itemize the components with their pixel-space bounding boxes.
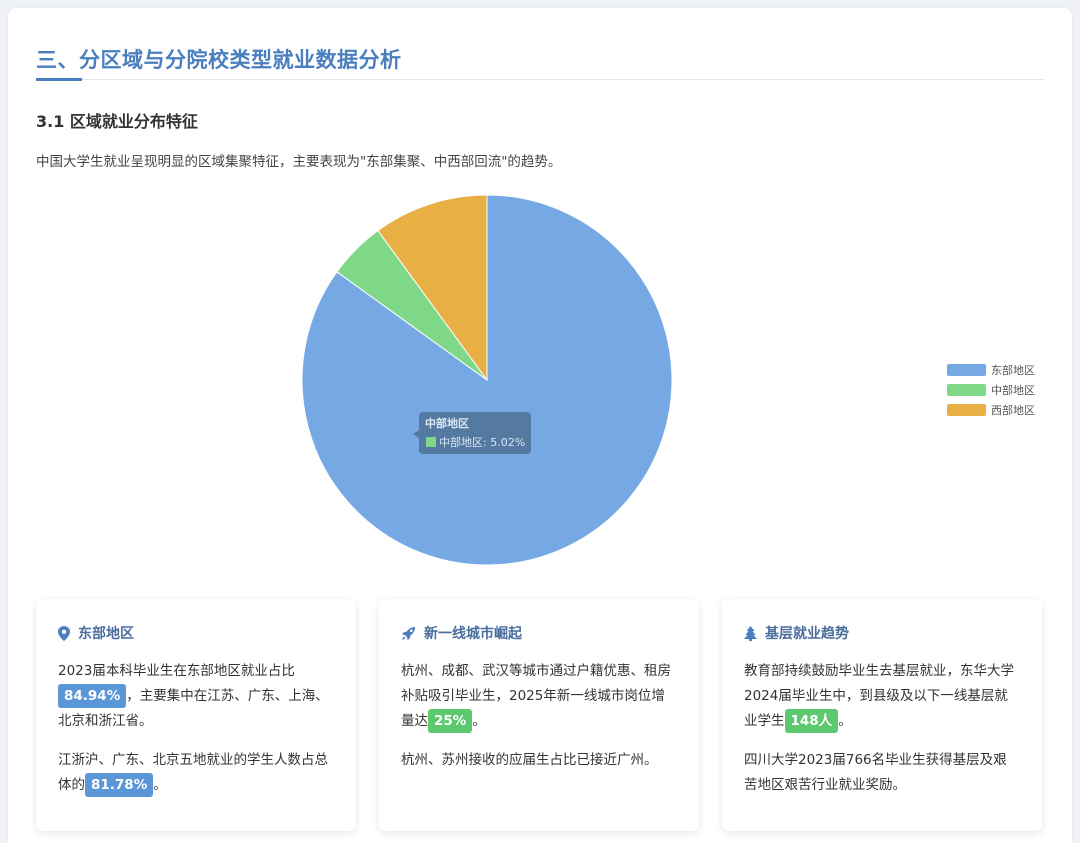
highlight-badge: 148人 xyxy=(784,709,839,733)
card-header: 东部地区 xyxy=(58,623,334,643)
section-title: 三、分区域与分院校类型就业数据分析 xyxy=(36,48,402,72)
rocket-icon xyxy=(401,626,416,640)
tree-icon xyxy=(744,625,757,641)
content-panel: 三、分区域与分院校类型就业数据分析 3.1 区域就业分布特征 中国大学生就业呈现… xyxy=(8,8,1072,843)
card-title: 新一线城市崛起 xyxy=(424,626,522,642)
highlight-badge: 25% xyxy=(428,709,473,733)
tooltip-text: 中部地区: 5.02% xyxy=(439,435,525,449)
card-paragraph: 教育部持续鼓励毕业生去基层就业，东华大学2024届毕业生中，到县级及以下一线基层… xyxy=(744,659,1020,734)
legend-swatch-2[interactable] xyxy=(947,404,986,416)
text-span: 。 xyxy=(838,713,852,729)
card-title: 基层就业趋势 xyxy=(765,626,849,642)
card-header: 新一线城市崛起 xyxy=(401,623,677,643)
legend-label-1[interactable]: 中部地区 xyxy=(991,383,1035,397)
card-east-region: 东部地区 2023届本科毕业生在东部地区就业占比84.94% ，主要集中在江苏、广… xyxy=(36,599,356,831)
card-paragraph: 四川大学2023届766名毕业生获得基层及艰苦地区艰苦行业就业奖励。 xyxy=(744,752,1007,793)
legend-swatch-1[interactable] xyxy=(947,384,986,396)
region-pie-chart[interactable]: 中部地区中部地区: 5.02%东部地区中部地区西部地区 xyxy=(8,188,1072,588)
card-paragraph: 杭州、苏州接收的应届生占比已接近广州。 xyxy=(401,752,658,768)
card-header: 基层就业趋势 xyxy=(744,623,1020,643)
card-grassroots-trend: 基层就业趋势 教育部持续鼓励毕业生去基层就业，东华大学2024届毕业生中，到县级… xyxy=(722,599,1042,831)
subsection-title: 3.1 区域就业分布特征 xyxy=(36,112,198,131)
text-span: 。 xyxy=(472,713,486,729)
intro-text: 中国大学生就业呈现明显的区域集聚特征，主要表现为"东部集聚、中西部回流"的趋势。 xyxy=(36,154,562,170)
legend-label-2[interactable]: 西部地区 xyxy=(991,403,1035,417)
card-title: 东部地区 xyxy=(78,626,134,642)
tooltip-swatch xyxy=(426,437,436,447)
highlight-badge: 81.78% xyxy=(85,773,154,797)
legend-swatch-0[interactable] xyxy=(947,364,986,376)
map-pin-icon xyxy=(58,625,70,641)
card-paragraph: 江浙沪、广东、北京五地就业的学生人数占总体的 81.78%。 xyxy=(58,748,334,798)
card-paragraph: 2023届本科毕业生在东部地区就业占比84.94% ，主要集中在江苏、广东、上海、… xyxy=(58,659,334,734)
title-accent-bar xyxy=(36,78,82,81)
title-divider xyxy=(36,79,1044,80)
info-cards: 东部地区 2023届本科毕业生在东部地区就业占比84.94% ，主要集中在江苏、广… xyxy=(36,599,1044,831)
highlight-badge: 84.94% xyxy=(58,684,127,708)
card-new-tier-cities: 新一线城市崛起 杭州、成都、武汉等城市通过户籍优惠、租房补贴吸引毕业生，2025… xyxy=(379,599,699,831)
chart-tooltip: 中部地区中部地区: 5.02% xyxy=(413,412,531,454)
card-paragraph: 杭州、成都、武汉等城市通过户籍优惠、租房补贴吸引毕业生，2025年新一线城市岗位… xyxy=(401,659,677,734)
legend-label-0[interactable]: 东部地区 xyxy=(991,363,1035,377)
text-span: 2023届本科毕业生在东部地区就业占比 xyxy=(58,663,295,679)
text-span: 。 xyxy=(153,777,167,793)
tooltip-title: 中部地区 xyxy=(425,416,469,430)
